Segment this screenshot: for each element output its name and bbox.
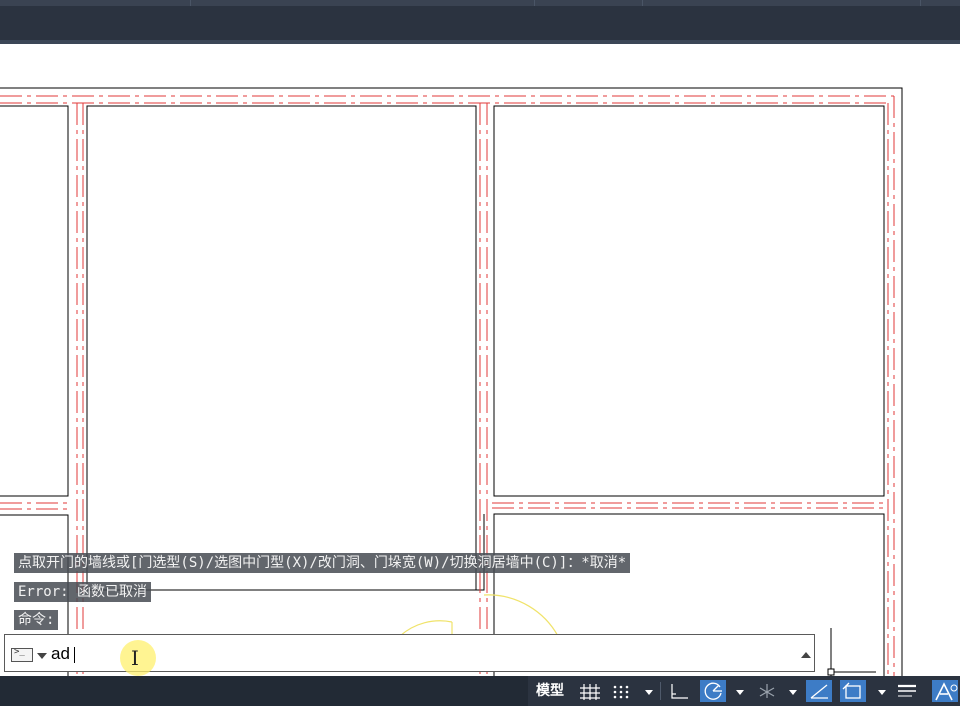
text-cursor xyxy=(74,647,75,663)
ortho-icon[interactable] xyxy=(666,680,692,702)
status-bar: 模型 xyxy=(0,676,960,706)
osnap-icon[interactable] xyxy=(806,680,832,702)
ribbon-separator xyxy=(190,0,191,6)
status-bar-left xyxy=(0,676,528,706)
model-tab[interactable]: 模型 xyxy=(532,680,568,702)
chevron-down-icon[interactable] xyxy=(37,653,47,659)
snap-icon[interactable] xyxy=(608,680,634,702)
crosshair-cursor xyxy=(827,628,876,676)
history-line: 命令: xyxy=(14,610,59,630)
chevron-down-icon[interactable] xyxy=(736,690,744,695)
chevron-down-icon[interactable] xyxy=(789,690,797,695)
chevron-down-icon[interactable] xyxy=(645,690,653,695)
history-line: Error: 函数已取消 xyxy=(14,582,152,602)
status-divider xyxy=(660,682,661,700)
top-toolbar xyxy=(0,0,960,44)
polar-icon[interactable] xyxy=(700,680,726,702)
ribbon-strip xyxy=(0,0,960,6)
terminal-icon[interactable]: >_ xyxy=(11,647,33,662)
history-expand-icon[interactable] xyxy=(801,652,811,658)
ribbon-separator xyxy=(534,0,535,6)
chevron-down-icon[interactable] xyxy=(878,690,886,695)
ribbon-separator xyxy=(642,0,643,6)
lineweight-icon[interactable] xyxy=(894,680,920,702)
grid-icon[interactable] xyxy=(576,680,602,702)
object-tracking-icon[interactable] xyxy=(840,680,866,702)
ibeam-cursor-icon: I xyxy=(131,646,139,670)
isometric-icon[interactable] xyxy=(754,680,780,702)
annotation-icon[interactable] xyxy=(932,680,958,702)
history-line: 点取开门的墙线或[门选型(S)/选图中门型(X)/改门洞、门垛宽(W)/切换洞居… xyxy=(14,553,631,573)
ribbon-separator xyxy=(920,0,921,6)
